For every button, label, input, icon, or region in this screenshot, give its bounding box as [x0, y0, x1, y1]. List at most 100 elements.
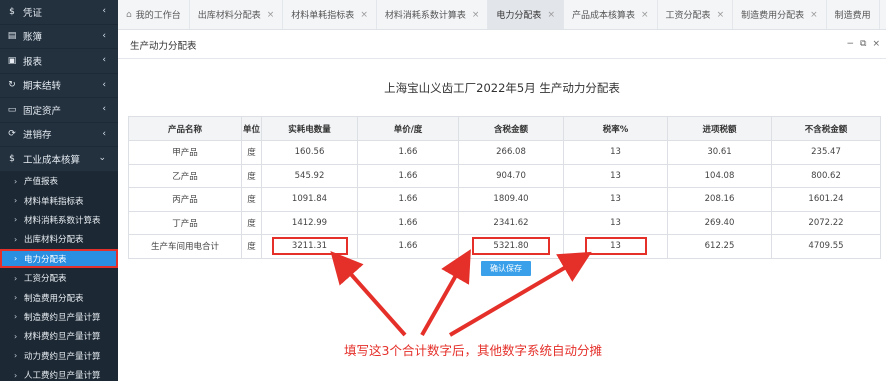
close-icon[interactable]: × — [810, 10, 818, 20]
report-title: 上海宝山义齿工厂2022年5月 生产动力分配表 — [384, 81, 620, 95]
cell-product: 丙产品 — [128, 187, 242, 212]
panel-title: 生产动力分配表 — [130, 40, 197, 52]
nav-label: 报表 — [23, 56, 43, 68]
sub-label: 制造费约旦产量计算 — [24, 312, 101, 323]
nav-industrial-cost[interactable]: $ 工业成本核算 ⌄ — [0, 147, 118, 172]
tax-rate-input[interactable]: 13 — [584, 237, 647, 256]
nav-label: 固定资产 — [23, 105, 62, 117]
col-header: 进项税额 — [667, 116, 772, 141]
power-allocation-table: 产品名称 单位 实耗电数量 单价/度 含税金额 税率% 进项税额 不含税金额 甲… — [128, 116, 881, 259]
chevron-right-icon: › — [14, 312, 18, 322]
tab-workbench[interactable]: ⌂ 我的工作台 — [118, 0, 190, 29]
sidebar-item-wage-allocation[interactable]: › 工资分配表 — [0, 268, 118, 288]
refresh-icon: ↻ — [8, 80, 16, 91]
close-icon[interactable]: × — [641, 10, 649, 20]
chevron-right-icon: › — [14, 254, 18, 264]
nav-books[interactable]: ▤ 账簿 ‹ — [0, 25, 118, 49]
tab-bar: ⌂ 我的工作台 出库材料分配表 × 材料单耗指标表 × 材料消耗系数计算表 × … — [118, 0, 886, 30]
table-row: 乙产品 度 545.92 1.66 904.70 13 104.08 800.6… — [128, 163, 881, 188]
close-icon[interactable]: × — [472, 10, 480, 20]
nav-fixed-assets[interactable]: ▭ 固定资产 ‹ — [0, 98, 118, 123]
sidebar-item-material-index[interactable]: › 材料单耗指标表 — [0, 190, 118, 211]
cell-amount-tax: 1809.40 — [458, 187, 564, 212]
chevron-right-icon: › — [14, 331, 18, 341]
cell-quantity: 1091.84 — [261, 187, 358, 212]
cell-unit: 度 — [241, 163, 262, 188]
nav-voucher[interactable]: $ 凭证 ‹ — [0, 0, 118, 25]
cell-total-quantity[interactable]: 3211.31 — [261, 234, 358, 259]
table-header-row: 产品名称 单位 实耗电数量 单价/度 含税金额 税率% 进项税额 不含税金额 — [128, 116, 881, 141]
close-icon[interactable]: × — [547, 10, 555, 20]
dollar-icon: $ — [9, 6, 15, 17]
close-icon[interactable]: × — [717, 10, 725, 20]
cell-total-tax-rate[interactable]: 13 — [563, 234, 668, 259]
chevron-right-icon: › — [14, 196, 18, 206]
maximize-icon[interactable]: ⧉ — [860, 39, 866, 49]
sidebar-item-power-allocation[interactable]: › 电力分配表 — [0, 249, 118, 269]
sub-label: 材料费约旦产量计算 — [24, 332, 101, 343]
cell-price: 1.66 — [357, 210, 459, 235]
cell-product: 甲产品 — [128, 140, 242, 165]
panel-tools: − ⧉ × — [846, 39, 880, 49]
tab-power-allocation[interactable]: 电力分配表 × — [488, 0, 564, 29]
total-amount-input[interactable]: 5321.80 — [472, 237, 550, 256]
cell-input-tax: 208.16 — [667, 187, 772, 212]
nav-label: 进销存 — [23, 130, 52, 142]
cell-tax-rate: 13 — [563, 140, 668, 165]
chevron-left-icon: ‹ — [102, 30, 106, 41]
tab-overhead-allocation[interactable]: 制造费用分配表 × — [733, 0, 827, 29]
cell-unit: 度 — [241, 210, 262, 235]
cell-input-tax: 104.08 — [667, 163, 772, 188]
tab-product-cost[interactable]: 产品成本核算表 × — [564, 0, 658, 29]
sidebar-item-outbound-material[interactable]: › 出库材料分配表 — [0, 229, 118, 250]
col-header: 税率% — [563, 116, 668, 141]
close-icon[interactable]: × — [360, 10, 368, 20]
cell-quantity: 1412.99 — [261, 210, 358, 235]
sidebar-item-labor-equivalent[interactable]: › 人工费约旦产量计算 — [0, 365, 118, 381]
nav-period-close[interactable]: ↻ 期末结转 ‹ — [0, 74, 118, 98]
sidebar-item-overhead-allocation[interactable]: › 制造费用分配表 — [0, 287, 118, 308]
table-row: 丙产品 度 1091.84 1.66 1809.40 13 208.16 160… — [128, 187, 881, 212]
sub-label: 制造费用分配表 — [24, 293, 84, 304]
nav-label: 期末结转 — [23, 81, 62, 93]
tab-outbound-material[interactable]: 出库材料分配表 × — [190, 0, 284, 29]
col-header: 产品名称 — [128, 116, 242, 141]
tab-label: 工资分配表 — [665, 11, 711, 21]
tab-material-coefficient[interactable]: 材料消耗系数计算表 × — [377, 0, 489, 29]
sidebar-item-power-equivalent[interactable]: › 动力费约旦产量计算 — [0, 346, 118, 366]
cell-tax-rate: 13 — [563, 187, 668, 212]
book-icon: ▤ — [7, 31, 17, 42]
sidebar-item-output-report[interactable]: › 产值报表 — [0, 171, 118, 191]
cell-input-tax: 30.61 — [667, 140, 772, 165]
confirm-save-button[interactable]: 确认保存 — [481, 261, 531, 276]
chevron-left-icon: ‹ — [102, 55, 106, 65]
chevron-right-icon: › — [14, 234, 18, 244]
tab-label: 电力分配表 — [496, 11, 542, 21]
tab-material-index[interactable]: 材料单耗指标表 × — [283, 0, 377, 29]
monitor-icon: ▭ — [7, 104, 17, 115]
cell-amount-tax: 904.70 — [458, 163, 564, 188]
annotation-text: 填写这3个合计数字后，其他数字系统自动分摊 — [344, 343, 602, 358]
col-header: 实耗电数量 — [261, 116, 358, 141]
cell-unit: 度 — [241, 140, 262, 165]
cell-tax-rate: 13 — [563, 163, 668, 188]
sidebar-item-overhead-equivalent[interactable]: › 制造费约旦产量计算 — [0, 307, 118, 327]
cell-amount-net: 4709.55 — [771, 234, 881, 259]
tab-wage-allocation[interactable]: 工资分配表 × — [658, 0, 734, 29]
sidebar-item-material-coefficient[interactable]: › 材料消耗系数计算表 — [0, 210, 118, 230]
sidebar-item-material-equivalent[interactable]: › 材料费约旦产量计算 — [0, 326, 118, 347]
chevron-right-icon: › — [14, 176, 18, 186]
nav-reports[interactable]: ▣ 报表 ‹ — [0, 49, 118, 74]
cell-unit: 度 — [241, 234, 262, 259]
close-icon[interactable]: × — [267, 10, 275, 20]
nav-inventory[interactable]: ⟳ 进销存 ‹ — [0, 123, 118, 147]
sub-label: 产值报表 — [24, 177, 59, 188]
close-icon[interactable]: × — [872, 39, 880, 49]
chevron-right-icon: › — [14, 370, 18, 380]
table-row: 甲产品 度 160.56 1.66 266.08 13 30.61 235.47 — [128, 140, 881, 165]
tab-overhead-partial[interactable]: 制造费用 — [827, 0, 880, 29]
total-quantity-input[interactable]: 3211.31 — [271, 237, 348, 256]
minimize-icon[interactable]: − — [846, 39, 854, 49]
sub-label: 动力费约旦产量计算 — [24, 351, 101, 362]
cell-total-amount[interactable]: 5321.80 — [458, 234, 564, 259]
